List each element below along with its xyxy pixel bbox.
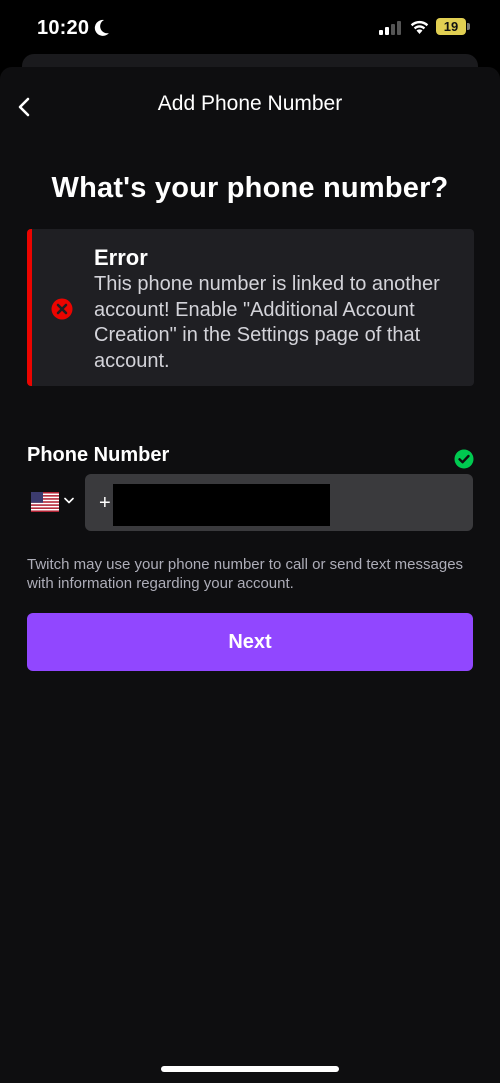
header-title: Add Phone Number <box>157 92 343 115</box>
phone-number-input[interactable]: + <box>85 474 473 531</box>
error-title: Error <box>94 245 148 270</box>
sms-disclaimer: Twitch may use your phone number to call… <box>27 556 464 592</box>
next-button[interactable]: Next <box>27 613 473 671</box>
error-message: This phone number is linked to another a… <box>94 273 440 372</box>
phone-number-label: Phone Number <box>27 444 170 466</box>
signal-icon <box>379 21 401 35</box>
page-heading: What's your phone number? <box>51 172 449 204</box>
moon-icon <box>94 19 109 36</box>
phone-prefix: + <box>99 492 111 514</box>
wifi-icon <box>410 20 429 34</box>
battery-icon: 19 <box>436 18 466 35</box>
status-bar: 10:20 19 <box>0 0 500 58</box>
error-circle-icon <box>51 298 73 320</box>
us-flag-icon <box>31 492 59 512</box>
status-time: 10:20 <box>37 17 90 39</box>
error-alert: Error This phone number is linked to ano… <box>27 229 474 386</box>
country-code-select[interactable] <box>27 488 79 518</box>
home-indicator[interactable] <box>161 1066 339 1072</box>
chevron-down-icon <box>64 497 74 504</box>
battery-nub <box>467 23 470 30</box>
phone-number-value[interactable] <box>113 484 330 526</box>
error-accent-bar <box>27 229 32 386</box>
check-circle-icon <box>454 449 474 469</box>
